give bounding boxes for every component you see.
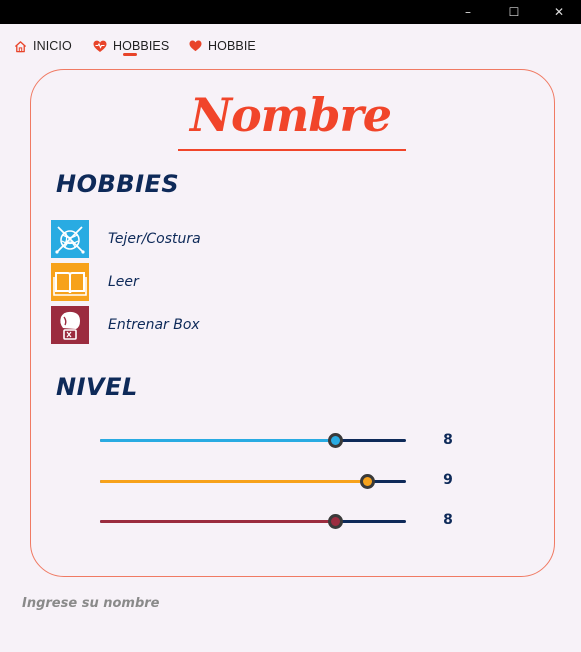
hobbies-heading: HOBBIES	[56, 170, 180, 198]
nav-label-inicio: INICIO	[33, 39, 72, 53]
open-book-icon	[51, 263, 89, 301]
name-input[interactable]	[14, 588, 314, 618]
page-title: Nombre	[189, 88, 392, 142]
minimize-button[interactable]: –	[450, 0, 486, 24]
slider-thumb[interactable]	[327, 433, 343, 448]
maximize-button[interactable]: ☐	[496, 0, 532, 24]
slider-fill	[100, 520, 335, 523]
hobby-label: Tejer/Costura	[108, 231, 201, 247]
hobby-label: Entrenar Box	[108, 317, 200, 333]
level-slider-tejer[interactable]	[100, 430, 406, 450]
slider-fill	[100, 480, 367, 483]
close-button[interactable]: ✕	[541, 0, 577, 24]
nav-item-hobbie[interactable]: HOBBIE	[188, 36, 256, 56]
home-icon	[13, 39, 27, 53]
slider-thumb[interactable]	[359, 474, 375, 489]
active-tab-indicator	[123, 53, 137, 56]
level-heading: NIVEL	[56, 373, 138, 401]
nav-item-inicio[interactable]: INICIO	[13, 36, 72, 56]
level-slider-box[interactable]	[100, 511, 406, 531]
level-value: 9	[443, 472, 453, 488]
yarn-needles-icon	[51, 220, 89, 258]
hobby-item: Entrenar Box	[51, 306, 200, 344]
level-value: 8	[443, 512, 453, 528]
title-bar: – ☐ ✕	[0, 0, 581, 24]
level-value: 8	[443, 432, 453, 448]
heart-pulse-icon	[93, 39, 107, 53]
title-divider	[178, 149, 406, 151]
hobby-item: Tejer/Costura	[51, 220, 201, 258]
heart-icon	[188, 39, 202, 53]
hobby-label: Leer	[108, 274, 139, 290]
top-nav: INICIO HOBBIES HOBBIE	[0, 30, 581, 60]
slider-thumb[interactable]	[327, 514, 343, 529]
level-slider-leer[interactable]	[100, 471, 406, 491]
slider-fill	[100, 439, 335, 442]
hobby-item: Leer	[51, 263, 139, 301]
boxing-glove-icon	[51, 306, 89, 344]
nav-label-hobbies: HOBBIES	[113, 39, 170, 53]
nav-label-hobbie: HOBBIE	[208, 39, 256, 53]
